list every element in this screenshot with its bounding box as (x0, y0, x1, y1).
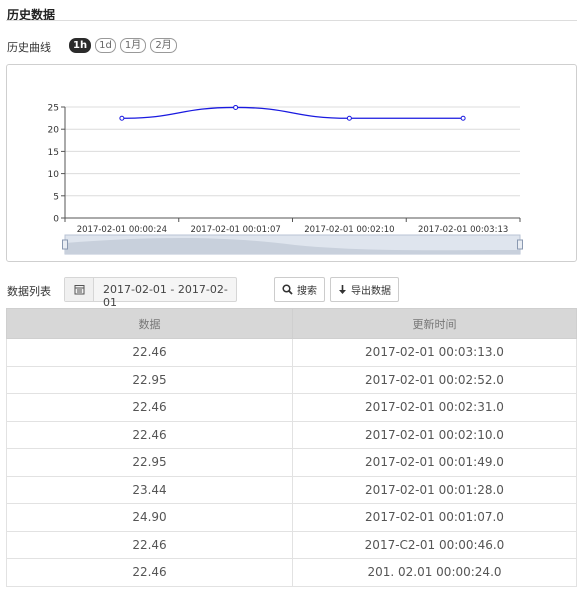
x-tick-label: 2017-02-01 00:01:07 (190, 225, 280, 235)
search-button-label: 搜索 (297, 286, 317, 297)
history-curve-label: 历史曲线 (7, 41, 51, 54)
table-row: 22.95 2017-02-01 00:02:52.0 (6, 365, 577, 394)
range-tab-1-month[interactable]: 1月 (120, 38, 146, 53)
cell-value: 22.46 (6, 530, 293, 559)
y-tick-label: 5 (53, 192, 59, 202)
x-tick-label: 2017-02-01 00:00:24 (77, 225, 167, 235)
export-button-label: 导出数据 (351, 286, 391, 297)
cell-value: 22.46 (6, 558, 293, 587)
cell-update-time: 2017-02-01 00:02:52.0 (292, 365, 577, 394)
download-icon (339, 285, 346, 294)
data-list-label: 数据列表 (7, 285, 51, 298)
section-divider (6, 20, 577, 21)
cell-update-time: 201. 02.01 00:00:24.0 (292, 558, 577, 587)
data-point (346, 115, 352, 121)
search-icon (282, 284, 293, 295)
table-row: 22.46 2017-02-01 00:02:10.0 (6, 420, 577, 449)
table-row: 22.95 2017-02-01 00:01:49.0 (6, 448, 577, 477)
history-line-chart: 0 5 10 15 20 25 2017-02-01 00:00:24 2017-02-01 … (48, 104, 523, 255)
date-range-value: 2017-02-01 - 2017-02-01 (103, 283, 228, 309)
data-point (233, 104, 239, 110)
zoom-handle-left (62, 239, 68, 250)
table-row: 22.46 201. 02.01 00:00:24.0 (6, 558, 577, 587)
history-chart-panel: 0 5 10 15 20 25 2017-02-01 00:00:24 2017-02-01 … (6, 64, 577, 262)
data-point (460, 115, 466, 121)
table-row: 23.44 2017-02-01 00:01:28.0 (6, 475, 577, 504)
table-row: 22.46 2017-C2-01 00:00:46.0 (6, 530, 577, 559)
table-header-row: 数据 更新时间 (6, 308, 577, 339)
y-tick-label: 10 (48, 170, 60, 180)
cell-update-time: 2017-02-01 00:01:49.0 (292, 448, 577, 477)
series-line (121, 106, 464, 119)
date-range-picker[interactable]: 2017-02-01 - 2017-02-01 (64, 277, 237, 309)
column-header-value: 数据 (6, 308, 293, 339)
cell-update-time: 2017-C2-01 00:00:46.0 (292, 530, 577, 559)
cell-value: 24.90 (6, 503, 293, 532)
table-row: 22.46 2017-02-01 00:02:31.0 (6, 393, 577, 422)
calendar-icon[interactable] (65, 278, 94, 301)
cell-update-time: 2017-02-01 00:01:28.0 (292, 475, 577, 504)
history-data-table: 数据 更新时间 22.46 2017-02-01 00:03:13.0 22.95… (6, 308, 577, 587)
y-tick-label: 15 (48, 148, 59, 158)
table-row: 22.46 2017-02-01 00:03:13.0 (6, 338, 577, 367)
range-tab-1d[interactable]: 1d (95, 38, 116, 53)
cell-value: 22.46 (6, 393, 293, 422)
cell-update-time: 2017-02-01 00:01:07.0 (292, 503, 577, 532)
range-tab-2-month[interactable]: 2月 (150, 38, 177, 53)
cell-value: 23.44 (6, 475, 293, 504)
cell-value: 22.95 (6, 448, 293, 477)
y-tick-label: 25 (48, 104, 59, 114)
cell-update-time: 2017-02-01 00:02:10.0 (292, 420, 577, 449)
cell-value: 22.95 (6, 365, 293, 394)
range-tab-1h[interactable]: 1h (69, 38, 91, 53)
x-tick-label: 2017-02-01 00:03:13 (418, 225, 508, 235)
cell-update-time: 2017-02-01 00:03:13.0 (292, 338, 577, 367)
x-tick-label: 2017-02-01 00:02:10 (304, 225, 394, 235)
export-data-button[interactable]: 导出数据 (330, 277, 399, 302)
cell-update-time: 2017-02-01 00:02:31.0 (292, 393, 577, 422)
search-button[interactable]: 搜索 (274, 277, 325, 302)
column-header-update-time: 更新时间 (292, 308, 577, 339)
table-row: 24.90 2017-02-01 00:01:07.0 (6, 503, 577, 532)
zoom-handle-right (517, 239, 523, 250)
y-tick-label: 20 (48, 126, 60, 136)
data-point (119, 115, 125, 121)
cell-value: 22.46 (6, 420, 293, 449)
y-tick-label: 0 (53, 215, 59, 225)
cell-value: 22.46 (6, 338, 293, 367)
